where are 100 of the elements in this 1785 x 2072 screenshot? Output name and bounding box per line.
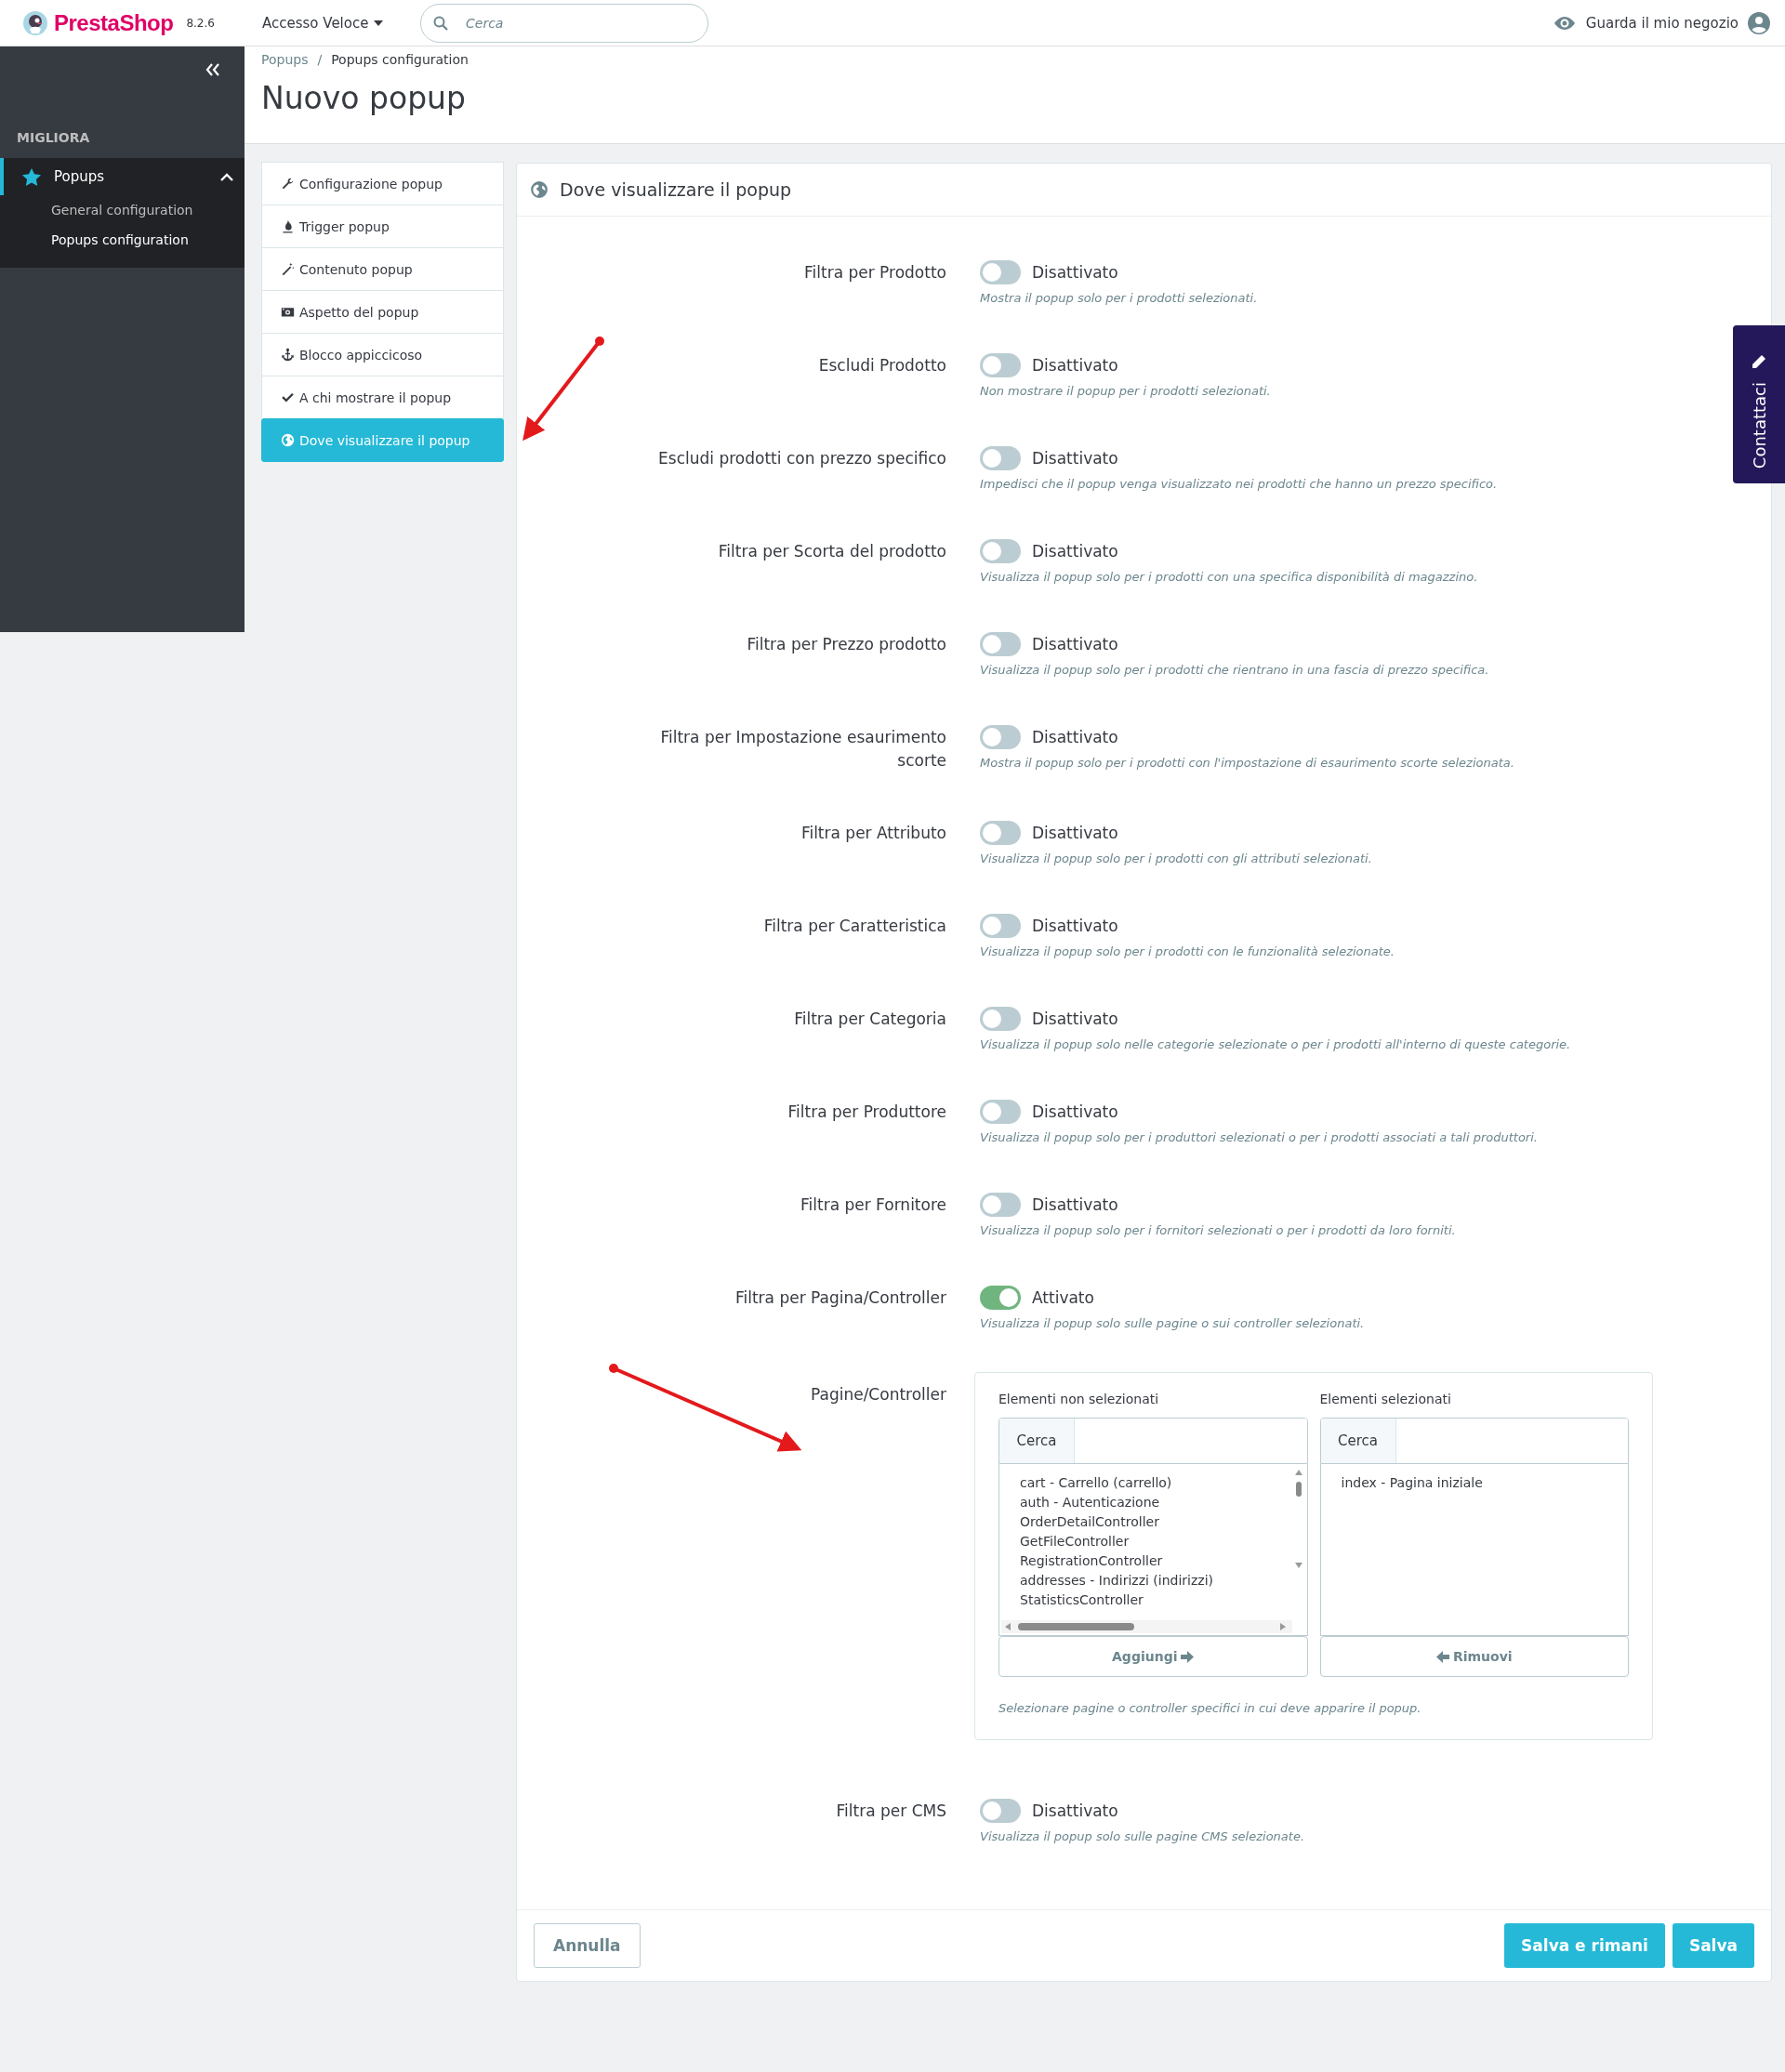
tab[interactable]: Configurazione popup <box>261 162 504 205</box>
toggle-switch[interactable] <box>980 1100 1021 1124</box>
help-text: Visualizza il popup solo sulle pagine o sui controller selezionati. <box>980 1316 1365 1330</box>
field-label: Filtra per Prodotto <box>804 262 946 284</box>
list-option[interactable]: RegistrationController <box>1020 1551 1287 1571</box>
help-text: Visualizza il popup solo sulle pagine CMS selezionate. <box>980 1829 1304 1843</box>
field-label: Filtra per Pagina/Controller <box>734 1287 946 1309</box>
caret-icon <box>374 20 384 26</box>
sidebar-subitem[interactable]: Popups configuration <box>0 225 245 255</box>
toggle-switch[interactable] <box>980 446 1021 470</box>
field-label: Filtra per Categoria <box>794 1009 946 1030</box>
toggle-state-label: Disattivato <box>1032 824 1118 842</box>
list-option[interactable]: cart - Carrello (carrello) <box>1020 1473 1287 1493</box>
list-option[interactable]: GetFileController <box>1020 1532 1287 1551</box>
sidebar-subitem[interactable]: General configuration <box>0 195 245 225</box>
sidebar-item[interactable]: Popups <box>0 158 245 195</box>
arrow-right-icon <box>1181 1650 1195 1663</box>
wrench-icon <box>281 177 295 191</box>
tab[interactable]: Trigger popup <box>261 205 504 248</box>
toggle-switch[interactable] <box>980 821 1021 845</box>
field-label: Filtra per Caratteristica <box>763 916 946 937</box>
user-avatar-icon[interactable] <box>1748 11 1770 34</box>
toggle-switch[interactable] <box>980 1286 1021 1310</box>
list-action-button[interactable]: Rimuovi <box>1319 1636 1629 1677</box>
toggle-switch[interactable] <box>980 260 1021 284</box>
toggle-switch[interactable] <box>980 539 1021 563</box>
toggle-state-label: Attivato <box>1032 1288 1094 1307</box>
horizontal-scrollbar[interactable] <box>1001 1620 1292 1633</box>
help-text: Visualizza il popup solo per i fornitori selezionati o per i prodotti da loro forniti. <box>980 1223 1456 1237</box>
list-option[interactable]: index - Pagina iniziale <box>1341 1473 1607 1493</box>
globe-icon <box>530 180 549 199</box>
breadcrumb-separator: / <box>317 52 323 67</box>
list-option[interactable]: OrderDetailController <box>1020 1512 1287 1532</box>
list-option[interactable]: StatisticsController <box>1020 1590 1287 1610</box>
help-text: Impedisci che il popup venga visualizzato nei prodotti che hanno un prezzo specifico. <box>980 477 1498 491</box>
search-input-group[interactable]: Cerca <box>1319 1418 1629 1464</box>
logo-icon[interactable] <box>22 9 48 36</box>
field-label: Filtra per Prezzo prodotto <box>747 634 946 655</box>
list-option[interactable]: auth - Autenticazione <box>1020 1493 1287 1512</box>
toggle-switch[interactable] <box>980 353 1021 377</box>
toggle-state-label: Disattivato <box>1032 1801 1118 1820</box>
toggle-state-label: Disattivato <box>1032 449 1118 468</box>
toggle-state-label: Disattivato <box>1032 356 1118 375</box>
help-text: Visualizza il popup solo nelle categorie selezionate o per i prodotti all'interno di queste categorie. <box>980 1037 1571 1051</box>
star-icon <box>22 167 41 186</box>
field-label: Escludi Prodotto <box>818 355 946 376</box>
toggle-state-label: Disattivato <box>1032 1102 1118 1121</box>
cancel-button[interactable]: Annulla <box>534 1923 641 1968</box>
brand-name[interactable]: PrestaShop <box>54 9 174 36</box>
magic-wand-icon <box>281 262 295 276</box>
toggle-state-label: Disattivato <box>1032 263 1118 282</box>
list-option[interactable]: addresses - Indirizzi (indirizzi) <box>1020 1571 1287 1590</box>
toggle-switch[interactable] <box>980 1193 1021 1217</box>
toggle-state-label: Disattivato <box>1032 728 1118 746</box>
toggle-switch[interactable] <box>980 1007 1021 1031</box>
toggle-switch[interactable] <box>980 914 1021 938</box>
collapse-icon[interactable] <box>205 63 220 76</box>
chevron-icon <box>220 172 233 181</box>
breadcrumb-link[interactable]: Popups configuration <box>331 52 469 67</box>
list-heading: Elementi selezionati <box>1319 1392 1452 1406</box>
quick-access-dropdown[interactable]: Accesso Veloce <box>262 14 420 32</box>
field-label: Escludi prodotti con prezzo specifico <box>658 448 946 469</box>
help-text: Visualizza il popup solo per i prodotti con una specifica disponibilità di magazzino. <box>980 570 1478 584</box>
tab[interactable]: A chi mostrare il popup <box>261 376 504 419</box>
tab[interactable]: Aspetto del popup <box>261 290 504 334</box>
field-label: Filtra per Attributo <box>800 823 946 844</box>
search-addon-label: Cerca <box>999 1419 1075 1463</box>
tab[interactable]: Blocco appiccicoso <box>261 333 504 376</box>
camera-icon <box>281 305 295 319</box>
help-text: Visualizza il popup solo per i prodotti con le funzionalità selezionate. <box>980 944 1395 958</box>
toggle-switch[interactable] <box>980 632 1021 656</box>
help-text: Mostra il popup solo per i prodotti con l'impostazione di esaurimento scorte selezionata. <box>980 756 1514 770</box>
field-label: Filtra per Impostazione esaurimento scorte <box>659 727 946 772</box>
help-text: Non mostrare il popup per i prodotti selezionati. <box>980 384 1271 398</box>
field-label: Pagine/Controller <box>811 1384 946 1406</box>
list-action-button[interactable]: Aggiungi <box>998 1636 1308 1677</box>
list-box[interactable]: cart - Carrello (carrello) auth - Autenticazione OrderDetailController GetFileController RegistrationController addresses - Indirizzi (indirizzi) StatisticsController <box>998 1464 1308 1636</box>
panel-title: Dove visualizzare il popup <box>560 179 792 200</box>
arrow-left-icon <box>1435 1650 1449 1663</box>
field-label: Filtra per Scorta del prodotto <box>718 541 946 562</box>
field-label: Filtra per CMS <box>836 1801 946 1822</box>
tab[interactable]: Contenuto popup <box>261 247 504 291</box>
help-text: Visualizza il popup solo per i prodotti con gli attributi selezionati. <box>980 851 1372 865</box>
eye-icon <box>1554 16 1575 30</box>
globe-icon <box>281 433 295 447</box>
search-field[interactable]: Cerca <box>420 3 708 43</box>
contact-tab[interactable]: Contattaci <box>1733 325 1785 483</box>
toggle-switch[interactable] <box>980 1799 1021 1823</box>
toggle-switch[interactable] <box>980 725 1021 749</box>
help-text: Visualizza il popup solo per i produttori selezionati o per i prodotti associati a tali produttori. <box>980 1130 1538 1144</box>
sidebar-section-title: MIGLIORA <box>16 129 91 147</box>
toggle-state-label: Disattivato <box>1032 635 1118 653</box>
search-addon-label: Cerca <box>1320 1419 1396 1463</box>
toggle-state-label: Disattivato <box>1032 1195 1118 1214</box>
view-store-link[interactable]: Guarda il mio negozio <box>1554 14 1739 32</box>
search-input-group[interactable]: Cerca <box>998 1418 1308 1464</box>
help-text: Selezionare pagine o controller specifici in cui deve apparire il popup. <box>998 1701 1422 1715</box>
toggle-state-label: Disattivato <box>1032 1010 1118 1028</box>
breadcrumb-link[interactable]: Popups <box>261 52 309 67</box>
page-title: Nuovo popup <box>261 80 467 116</box>
